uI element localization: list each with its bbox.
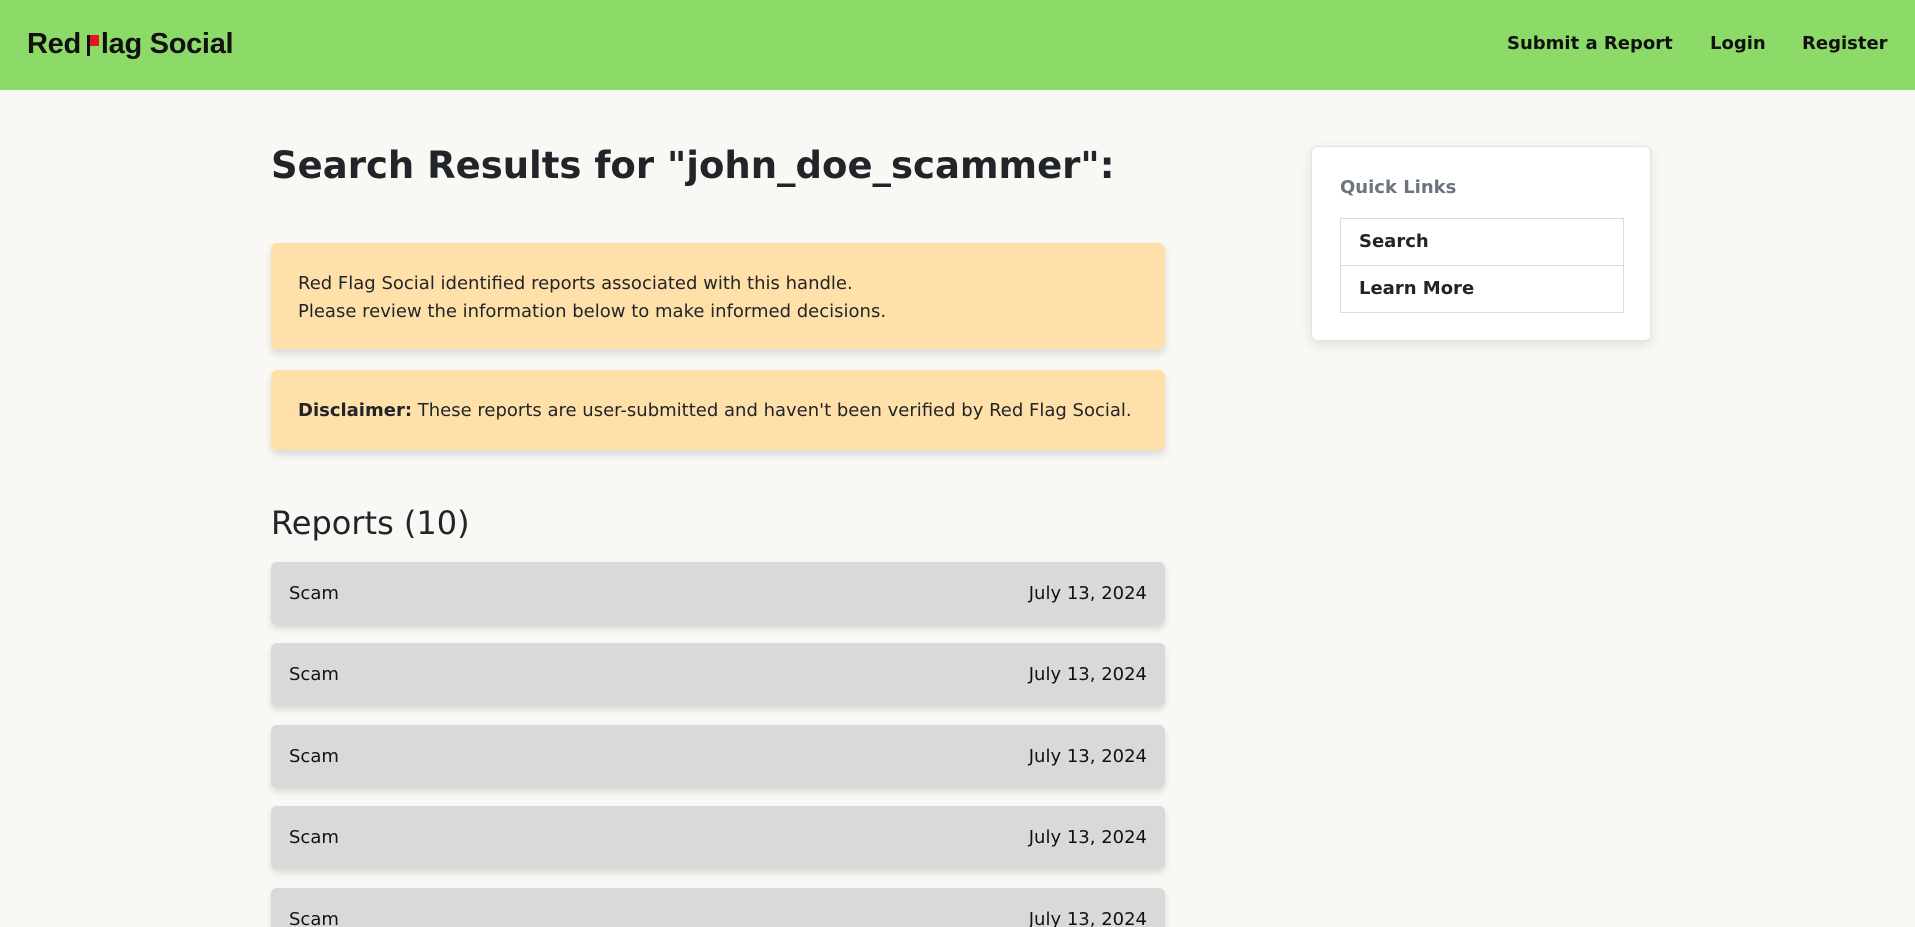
brand-logo[interactable]: Red lag Social bbox=[27, 28, 234, 61]
report-type: Scam bbox=[289, 583, 339, 604]
report-date: July 13, 2024 bbox=[1028, 746, 1147, 767]
report-date: July 13, 2024 bbox=[1028, 827, 1147, 848]
brand-text-start: Red bbox=[27, 28, 81, 60]
report-type: Scam bbox=[289, 664, 339, 685]
flag-icon bbox=[86, 33, 99, 57]
quick-link-learn-more[interactable]: Learn More bbox=[1340, 265, 1624, 313]
report-date: July 13, 2024 bbox=[1028, 909, 1147, 927]
report-row[interactable]: Scam July 13, 2024 bbox=[271, 806, 1165, 869]
nav-login[interactable]: Login bbox=[1710, 33, 1766, 54]
report-row[interactable]: Scam July 13, 2024 bbox=[271, 643, 1165, 706]
nav-register[interactable]: Register bbox=[1802, 33, 1888, 54]
report-row[interactable]: Scam July 13, 2024 bbox=[271, 725, 1165, 788]
report-date: July 13, 2024 bbox=[1028, 664, 1147, 685]
quick-links-card: Quick Links Search Learn More bbox=[1311, 146, 1651, 341]
report-type: Scam bbox=[289, 746, 339, 767]
navbar: Red lag Social Submit a Report Login Reg… bbox=[0, 0, 1915, 90]
report-row[interactable]: Scam July 13, 2024 bbox=[271, 888, 1165, 927]
info-alert: Red Flag Social identified reports assoc… bbox=[271, 243, 1165, 349]
quick-link-search[interactable]: Search bbox=[1340, 218, 1624, 266]
alert-line-1: Red Flag Social identified reports assoc… bbox=[298, 273, 853, 294]
disclaimer-alert: Disclaimer: These reports are user-submi… bbox=[271, 370, 1165, 450]
quick-links-title: Quick Links bbox=[1340, 177, 1457, 198]
reports-heading: Reports (10) bbox=[271, 504, 470, 542]
disclaimer-text: These reports are user-submitted and hav… bbox=[412, 400, 1132, 421]
page-title: Search Results for "john_doe_scammer": bbox=[271, 144, 1115, 187]
report-type: Scam bbox=[289, 827, 339, 848]
disclaimer-label: Disclaimer: bbox=[298, 400, 413, 421]
nav-submit-report[interactable]: Submit a Report bbox=[1507, 33, 1673, 54]
report-date: July 13, 2024 bbox=[1028, 583, 1147, 604]
alert-line-2: Please review the information below to m… bbox=[298, 301, 887, 322]
report-row[interactable]: Scam July 13, 2024 bbox=[271, 562, 1165, 625]
brand-text-end: lag Social bbox=[100, 28, 234, 60]
report-type: Scam bbox=[289, 909, 339, 927]
